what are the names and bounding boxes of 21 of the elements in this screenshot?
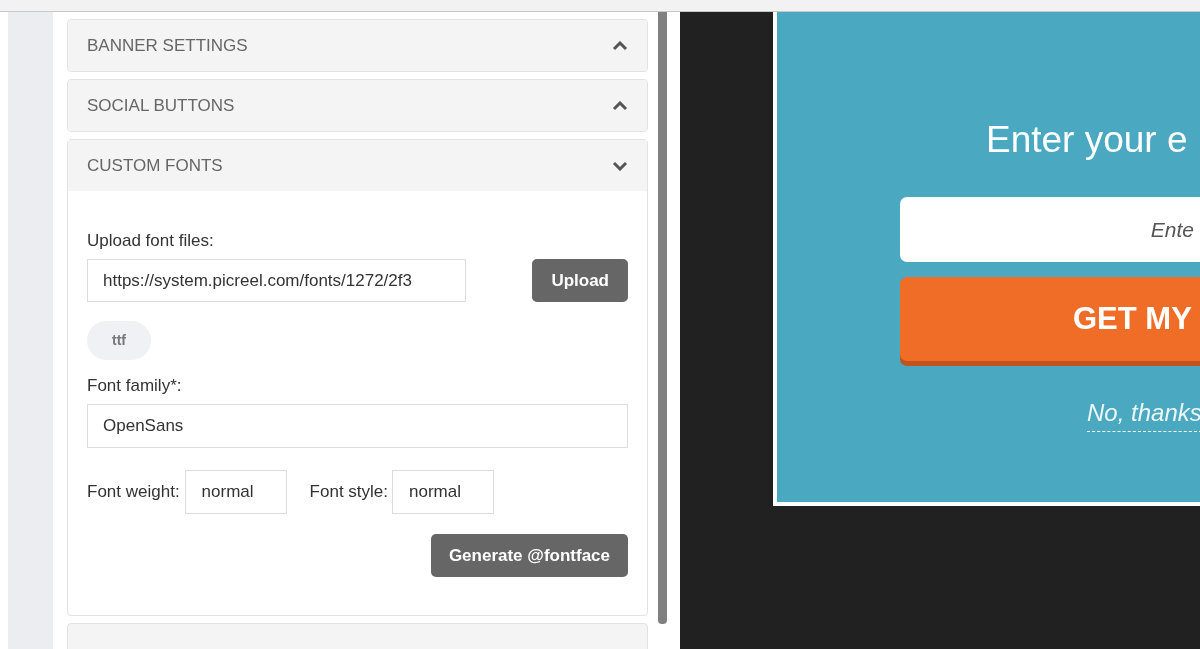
field-label: Font weight: — [87, 481, 180, 504]
field-label: Font style: — [309, 481, 389, 504]
popup-heading: Enter your e — [986, 118, 1188, 162]
section-title: BANNER SETTINGS — [87, 34, 248, 57]
font-weight-field[interactable]: normal — [184, 470, 287, 514]
section-header[interactable]: BANNER SETTINGS — [68, 20, 647, 71]
generate-button[interactable]: Generate @fontface — [430, 534, 628, 577]
email-field[interactable]: Ente — [900, 197, 1200, 262]
section-header[interactable]: CUSTOM FONTS — [68, 140, 647, 191]
section-title: SOCIAL BUTTONS — [87, 94, 235, 117]
field-label: Upload font files: — [87, 230, 215, 252]
font-style-field[interactable]: normal — [392, 470, 495, 514]
url-field[interactable]: https://system.picreel.com/fonts/1272/2f3 — [87, 259, 466, 302]
scrollbar[interactable] — [657, 12, 667, 624]
placeholder-text: Ente — [1150, 216, 1194, 243]
upload-button[interactable]: Upload — [532, 259, 628, 302]
field-label: Font family*: — [87, 375, 183, 397]
font-family-field[interactable]: OpenSans — [87, 404, 628, 448]
section-header[interactable]: SOCIAL BUTTONS — [68, 80, 647, 131]
file-type-chip: ttf — [87, 321, 151, 360]
section-title: CUSTOM FONTS — [87, 154, 223, 177]
